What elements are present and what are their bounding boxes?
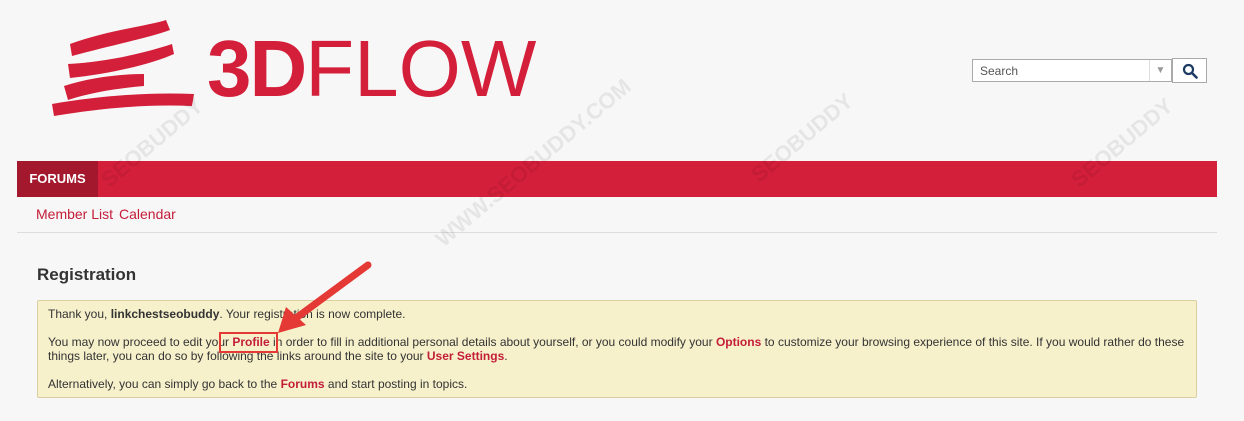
notice-paragraph-3: Alternatively, you can simply go back to… [48,377,1186,391]
user-settings-link[interactable]: User Settings [427,349,504,363]
registration-notice: Thank you, linkchestseobuddy. Your regis… [37,300,1197,398]
main-navbar: FORUMS [17,161,1217,197]
forums-link[interactable]: Forums [281,377,325,391]
options-link[interactable]: Options [716,335,761,349]
notice-text: Alternatively, you can simply go back to… [48,377,281,391]
site-header: 3DFLOW Search ▼ [0,0,1244,160]
search-icon [1182,63,1198,79]
logo-text-thin: FLOW [305,24,537,113]
calendar-link[interactable]: Calendar [119,206,176,222]
search-button[interactable] [1172,58,1207,83]
search-input[interactable]: Search [972,59,1172,82]
notice-text: . [504,349,508,363]
member-list-link[interactable]: Member List [36,206,113,222]
page-title: Registration [37,265,137,284]
notice-paragraph-1: Thank you, linkchestseobuddy. Your regis… [48,307,1186,321]
username: linkchestseobuddy [110,307,220,321]
logo-text-bold: 3D [207,24,307,113]
annotation-arrow-icon [278,261,372,333]
site-logo[interactable] [48,16,198,121]
logo-wordmark: 3DFLOW [207,24,536,114]
notice-text: Thank you, [48,307,111,321]
sub-navigation: Member List Calendar [17,197,1217,233]
notice-text: You may now proceed to edit your [48,335,233,349]
logo-waves-icon [52,20,194,116]
tab-forums[interactable]: FORUMS [17,161,98,197]
notice-text: and start posting in topics. [324,377,468,391]
search-dropdown-icon[interactable]: ▼ [1149,60,1171,81]
